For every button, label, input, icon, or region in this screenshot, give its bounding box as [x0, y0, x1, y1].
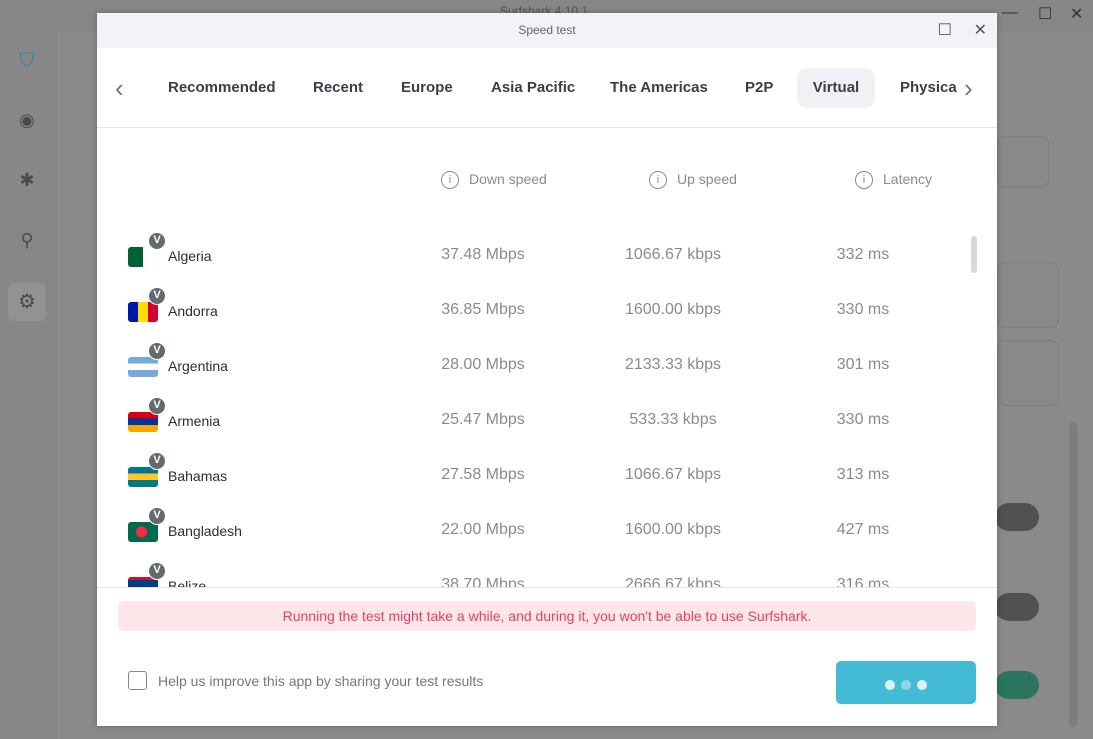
loading-dot	[901, 680, 911, 690]
header-label: Up speed	[677, 171, 737, 187]
header-down-speed: i Down speed	[441, 171, 547, 190]
background-card	[997, 340, 1059, 406]
search-icon[interactable]: ⚲	[14, 230, 40, 256]
up-speed: 1066.67 kbps	[624, 466, 722, 483]
server-row[interactable]: V Andorra 36.85 Mbps 1600.00 kbps 330 ms	[97, 287, 977, 345]
info-icon[interactable]: i	[855, 171, 873, 190]
loading-dot	[885, 680, 895, 690]
virtual-badge: V	[148, 452, 166, 470]
flag-icon	[128, 247, 158, 267]
tab-recommended[interactable]: Recommended	[153, 68, 291, 108]
server-row[interactable]: V Bahamas 27.58 Mbps 1066.67 kbps 313 ms	[97, 452, 977, 510]
chevron-left-icon[interactable]: ‹	[115, 68, 124, 108]
settings-icon[interactable]: ⚙	[8, 283, 46, 321]
server-list: i Down speed i Up speed i Latency V Algeria…	[97, 129, 997, 588]
tab-virtual[interactable]: Virtual	[797, 68, 875, 108]
minimize-icon[interactable]: —	[1002, 4, 1018, 22]
header-label: Latency	[883, 171, 933, 187]
country-name: Argentina	[168, 358, 228, 374]
tab-the-americas[interactable]: The Americas	[595, 68, 723, 108]
header-up-speed: i Up speed	[649, 171, 737, 190]
background-scrollbar	[1069, 422, 1077, 727]
up-speed: 2133.33 kbps	[624, 356, 722, 373]
tab-europe[interactable]: Europe	[386, 68, 468, 108]
up-speed: 533.33 kbps	[629, 411, 717, 428]
antivirus-icon[interactable]: ✱	[14, 170, 40, 196]
latency: 332 ms	[836, 246, 890, 263]
flag-icon	[128, 302, 158, 322]
dialog-titlebar: Speed test ☐ ✕	[97, 13, 997, 48]
server-row[interactable]: V Bangladesh 22.00 Mbps 1600.00 kbps 427…	[97, 507, 977, 565]
dialog-title: Speed test	[518, 23, 576, 37]
loading-dot	[917, 680, 927, 690]
background-toggle	[995, 593, 1039, 621]
country-name: Armenia	[168, 413, 221, 429]
down-speed: 22.00 Mbps	[441, 521, 525, 538]
flag-icon	[128, 412, 158, 432]
tab-recent[interactable]: Recent	[298, 68, 378, 108]
tab-p2p[interactable]: P2P	[730, 68, 788, 108]
server-row[interactable]: V Algeria 37.48 Mbps 1066.67 kbps 332 ms	[97, 232, 977, 290]
maximize-icon[interactable]: ☐	[938, 13, 952, 48]
country-name: Bahamas	[168, 468, 228, 484]
header-label: Down speed	[469, 171, 547, 187]
info-icon[interactable]: i	[649, 171, 667, 190]
close-icon[interactable]: ✕	[1070, 4, 1083, 24]
down-speed: 27.58 Mbps	[441, 466, 525, 483]
background-dropdown	[997, 136, 1049, 188]
latency: 427 ms	[836, 521, 890, 538]
country-name: Algeria	[168, 248, 212, 264]
virtual-badge: V	[148, 342, 166, 360]
latency: 313 ms	[836, 466, 890, 483]
down-speed: 28.00 Mbps	[441, 356, 525, 373]
tab-physical[interactable]: Physical	[885, 68, 957, 108]
latency: 330 ms	[836, 411, 890, 428]
alert-icon[interactable]: ◉	[14, 110, 40, 136]
info-icon[interactable]: i	[441, 171, 459, 190]
background-toggle	[995, 503, 1039, 531]
latency: 330 ms	[836, 301, 890, 318]
virtual-badge: V	[148, 562, 166, 580]
virtual-badge: V	[148, 507, 166, 525]
close-icon[interactable]: ✕	[974, 13, 987, 48]
run-test-button[interactable]	[836, 661, 976, 704]
divider	[97, 587, 997, 588]
list-scrollbar[interactable]	[971, 236, 977, 273]
latency: 301 ms	[836, 356, 890, 373]
country-name: Andorra	[168, 303, 218, 319]
server-row[interactable]: V Armenia 25.47 Mbps 533.33 kbps 330 ms	[97, 397, 977, 455]
virtual-badge: V	[148, 287, 166, 305]
chevron-right-icon[interactable]: ›	[964, 68, 973, 108]
share-results-checkbox[interactable]	[128, 671, 147, 690]
header-latency: i Latency	[855, 171, 933, 190]
country-name: Bangladesh	[168, 523, 242, 539]
down-speed: 25.47 Mbps	[441, 411, 525, 428]
up-speed: 1066.67 kbps	[624, 246, 722, 263]
flag-icon	[128, 522, 158, 542]
server-row[interactable]: V Argentina 28.00 Mbps 2133.33 kbps 301 …	[97, 342, 977, 400]
virtual-badge: V	[148, 232, 166, 250]
flag-icon	[128, 467, 158, 487]
share-results-label[interactable]: Help us improve this app by sharing your…	[158, 673, 483, 689]
tab-asia-pacific[interactable]: Asia Pacific	[476, 68, 590, 108]
down-speed: 36.85 Mbps	[441, 301, 525, 318]
shield-icon[interactable]: ⛉	[14, 50, 40, 76]
up-speed: 1600.00 kbps	[624, 521, 722, 538]
down-speed: 37.48 Mbps	[441, 246, 525, 263]
background-toggle	[995, 671, 1039, 699]
virtual-badge: V	[148, 397, 166, 415]
region-tabs: ‹ Recommended Recent Europe Asia Pacific…	[97, 48, 997, 128]
background-card	[997, 262, 1059, 328]
maximize-icon[interactable]: ☐	[1038, 4, 1052, 24]
warning-banner: Running the test might take a while, and…	[118, 601, 976, 631]
speed-test-dialog: Speed test ☐ ✕ ‹ Recommended Recent Euro…	[97, 13, 997, 726]
up-speed: 1600.00 kbps	[624, 301, 722, 318]
server-row[interactable]: V Belize 38.70 Mbps 2666.67 kbps 316 ms	[97, 562, 977, 588]
flag-icon	[128, 357, 158, 377]
